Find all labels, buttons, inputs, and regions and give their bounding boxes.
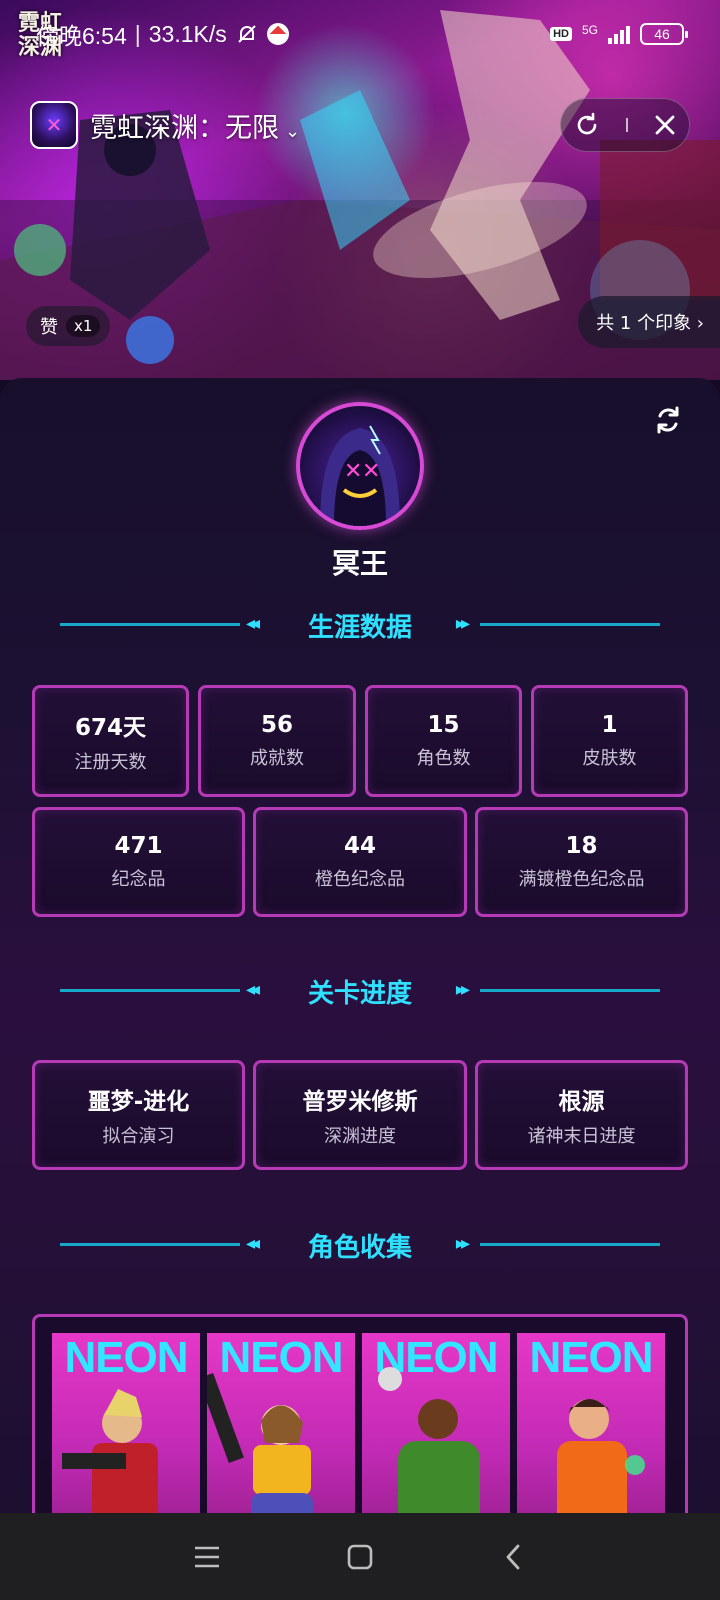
chevron-down-icon: ⌄: [285, 120, 301, 142]
collection-section-header: ◂◂ 角色收集 ▸▸: [0, 1224, 720, 1264]
capsule-menu: [560, 98, 690, 152]
progress-value: 根源: [558, 1089, 605, 1115]
progress-label: 深渊进度: [324, 1126, 396, 1147]
stat-label: 成就数: [250, 748, 304, 769]
back-icon: [506, 1544, 520, 1569]
stat-label: 橙色纪念品: [315, 869, 405, 890]
profile-card: ✕ ✕ 冥王 ◂◂ 生涯数据 ▸▸ 674天 注册天数 56 成就数 15 角色…: [0, 378, 720, 1513]
stat-label: 皮肤数: [582, 748, 637, 769]
character-card[interactable]: NEON: [517, 1333, 665, 1513]
bell-muted-icon: [238, 25, 256, 43]
system-nav-bar: [0, 1513, 720, 1600]
progress-label: 诸神末日进度: [527, 1126, 636, 1147]
capsule-divider: [625, 118, 628, 132]
character-roster: NEON NEON NEON NEON: [32, 1314, 688, 1513]
stat-value: 15: [427, 712, 460, 738]
status-separator: |: [134, 20, 141, 47]
like-count: x1: [66, 315, 101, 337]
avatar-image: ✕ ✕: [320, 425, 400, 526]
stat-value: 44: [343, 833, 376, 859]
status-time: 傍晚6:54: [36, 23, 127, 49]
stat-label: 满镀橙色纪念品: [518, 869, 645, 890]
progress-value: 噩梦-进化: [87, 1089, 190, 1115]
progress-box: 普罗米修斯 深渊进度: [253, 1060, 467, 1170]
game-banner: 霓虹 深渊 傍晚6:54 | 33.1K/s HD 5G 46 ✕ 霓虹深渊：无…: [0, 0, 720, 380]
svg-text:✕: ✕: [362, 459, 380, 484]
impressions-label: 共 1 个印象 ›: [596, 313, 704, 334]
stat-box: 44 橙色纪念品: [253, 807, 467, 917]
browser-icon: [266, 23, 289, 45]
career-section-header: ◂◂ 生涯数据 ▸▸: [0, 604, 720, 644]
menu-button[interactable]: [187, 1537, 227, 1577]
impressions-button[interactable]: 共 1 个印象 ›: [578, 296, 720, 348]
app-icon[interactable]: ✕: [30, 101, 78, 149]
stat-box: 674天 注册天数: [32, 685, 189, 797]
stat-box: 471 纪念品: [32, 807, 245, 917]
stat-value: 1: [601, 712, 618, 738]
header-line-right: [480, 1243, 660, 1246]
avatar: ✕ ✕: [296, 402, 424, 530]
header-arrows-right: ▸▸: [455, 979, 470, 1000]
stat-value: 18: [565, 833, 598, 859]
stat-box: 56 成就数: [198, 685, 356, 797]
character-portrait: [378, 1367, 480, 1513]
progress-section-header: ◂◂ 关卡进度 ▸▸: [0, 970, 720, 1010]
status-net-speed: 33.1K/s: [148, 20, 227, 47]
hd-voice-icon: HD: [550, 27, 572, 41]
back-button[interactable]: [493, 1537, 533, 1577]
stat-value: 471: [114, 833, 163, 859]
menu-icon: [194, 1546, 219, 1567]
stat-box: 15 角色数: [365, 685, 522, 797]
character-portrait: [62, 1389, 158, 1513]
mini-program-title-group[interactable]: ✕ 霓虹深渊：无限 ⌄: [30, 101, 300, 149]
character-card[interactable]: NEON: [52, 1333, 200, 1513]
header-arrows-right: ▸▸: [455, 613, 470, 634]
header-line-right: [480, 989, 660, 992]
stat-label: 角色数: [416, 748, 471, 769]
mini-program-bar: ✕ 霓虹深渊：无限 ⌄: [30, 98, 690, 152]
character-portrait: [557, 1399, 645, 1513]
mini-program-title[interactable]: 霓虹深渊：无限 ⌄: [90, 106, 300, 145]
character-card[interactable]: NEON: [207, 1333, 355, 1513]
progress-box: 根源 诸神末日进度: [475, 1060, 688, 1170]
stat-value: 56: [260, 712, 293, 738]
header-line-right: [480, 623, 660, 626]
battery-icon: 46: [640, 23, 688, 45]
stat-box: 1 皮肤数: [531, 685, 688, 797]
battery-level: 46: [654, 26, 670, 42]
home-button[interactable]: [340, 1537, 380, 1577]
close-icon[interactable]: [653, 113, 677, 137]
stat-box: 18 满镀橙色纪念品: [475, 807, 688, 917]
header-arrows-right: ▸▸: [455, 1233, 470, 1254]
stat-label: 注册天数: [74, 752, 147, 773]
character-card[interactable]: NEON: [362, 1333, 510, 1513]
home-icon: [347, 1544, 373, 1569]
like-button[interactable]: 赞 x1: [26, 306, 111, 346]
stat-value: 674天: [74, 715, 146, 741]
network-type: 5G: [581, 23, 598, 37]
progress-value: 普罗米修斯: [302, 1089, 418, 1115]
stat-label: 纪念品: [111, 869, 166, 890]
progress-label: 拟合演习: [102, 1126, 175, 1147]
like-label: 赞: [40, 317, 58, 338]
signal-icon: [608, 24, 630, 44]
refresh-icon[interactable]: [652, 404, 684, 436]
svg-text:✕: ✕: [344, 459, 362, 484]
character-portrait: [207, 1372, 313, 1513]
username: 冥王: [331, 547, 388, 580]
status-bar: 傍晚6:54 | 33.1K/s HD 5G 46: [0, 14, 720, 54]
share-refresh-icon[interactable]: [573, 111, 601, 139]
progress-box: 噩梦-进化 拟合演习: [32, 1060, 245, 1170]
